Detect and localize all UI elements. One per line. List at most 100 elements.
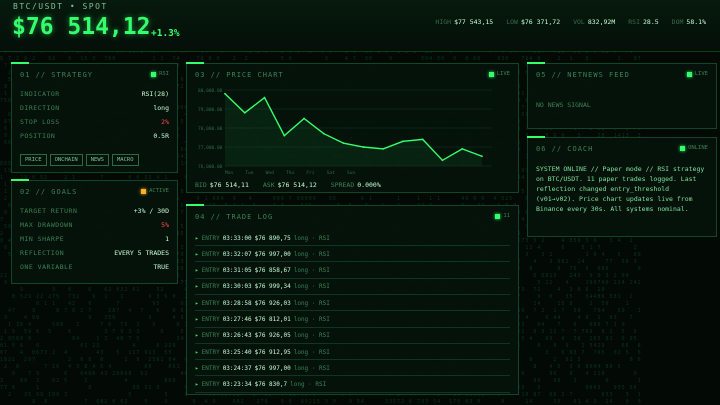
price-point <box>382 148 385 150</box>
trade-log-row[interactable]: ▸ ENTRY 03:32:07 $76 997,00 long · RSI <box>195 247 510 263</box>
price-point <box>243 111 246 114</box>
x-tick-label: Sun <box>347 170 355 176</box>
goal-row: MAX DRAWDOWN 5% <box>20 221 169 229</box>
price-point <box>283 134 286 137</box>
trade-log-row[interactable]: ▸ ENTRY 03:27:46 $76 812,01 long · RSI <box>195 313 510 328</box>
stat-vol: VOL 832,92M <box>573 18 616 26</box>
strategy-row: DIRECTION long <box>20 104 169 112</box>
entry-price: $76 997,00 <box>254 250 291 258</box>
ticker-header: BTC/USDT • SPOT $76 514,12 +1.3% HIGH $77… <box>0 0 720 52</box>
panel-status: ACTIVE <box>141 188 169 194</box>
entry-price: $76 926,05 <box>254 332 291 340</box>
pair-label: BTC/USDT • SPOT <box>13 2 108 11</box>
entry-detail: long · RSI <box>293 299 330 307</box>
entry-detail: long · RSI <box>293 283 330 291</box>
entry-price: $76 912,95 <box>254 348 291 356</box>
strategy-row: INDICATOR RSI(28) <box>20 90 169 98</box>
panel-title: 02 // GOALS <box>20 188 78 196</box>
y-tick-label: 80,000.00 <box>198 88 223 94</box>
entry-time: 03:25:40 <box>222 348 252 356</box>
panel-title: 06 // COACH <box>536 145 594 153</box>
trade-log-row[interactable]: ▸ ENTRY 03:23:34 $76 830,7 long · RSI <box>195 378 510 393</box>
entry-price: $76 858,67 <box>254 267 291 275</box>
header-stats: HIGH $77 543,15 LOW $76 371,72 VOL 832,92M … <box>435 18 706 26</box>
panel-status: LIVE <box>488 71 510 77</box>
entry-price: $76 999,34 <box>254 283 291 291</box>
trade-log-row[interactable]: ▸ ENTRY 03:24:37 $76 997,00 long · RSI <box>195 361 510 377</box>
entry-label: ENTRY <box>201 299 220 307</box>
x-tick-label: Fri <box>306 170 314 176</box>
price-line-chart[interactable]: 80,000.00 79,000.00 78,000.00 77,000.00 76,0… <box>187 78 520 188</box>
price-point <box>303 117 305 120</box>
entry-time: 03:31:05 <box>222 267 252 275</box>
bullet-icon: ▸ <box>195 348 199 356</box>
entry-label: ENTRY <box>201 364 220 372</box>
entry-label: ENTRY <box>201 332 220 340</box>
panel-status: RSI <box>151 71 169 77</box>
trade-log-row[interactable]: ▸ ENTRY 03:30:03 $76 999,34 long · RSI <box>195 280 510 295</box>
status-dot-icon <box>686 71 692 77</box>
trade-log-row[interactable]: ▸ ENTRY 03:33:00 $76 890,75 long · RSI <box>195 231 510 246</box>
entry-detail: long · RSI <box>293 332 330 340</box>
stat-high: HIGH $77 543,15 <box>435 18 494 26</box>
entry-detail: long · RSI <box>293 267 330 275</box>
status-dot-icon <box>141 188 147 194</box>
panel-title: 05 // NETNEWS FEED <box>536 71 630 79</box>
entry-label: ENTRY <box>201 234 220 242</box>
price-area <box>225 93 482 166</box>
no-news-message: NO NEWS SIGNAL <box>536 101 591 109</box>
panel-status: ONLINE <box>680 145 708 151</box>
bullet-icon: ▸ <box>195 332 199 340</box>
coach-panel: 06 // COACH ONLINE SYSTEM ONLINE // Pape… <box>527 136 717 237</box>
price-point <box>362 146 365 148</box>
entry-price: $76 890,75 <box>254 234 291 242</box>
entry-price: $76 997,00 <box>254 364 291 372</box>
y-tick-label: 79,000.00 <box>198 107 223 113</box>
tag-onchain[interactable]: ONCHAIN <box>49 154 83 166</box>
spread-readout: SPREAD 0.000% <box>330 181 381 189</box>
entry-label: ENTRY <box>201 381 220 389</box>
price-point <box>322 132 325 135</box>
entry-label: ENTRY <box>201 316 220 323</box>
bullet-icon: ▸ <box>195 381 199 389</box>
panel-status: LIVE <box>686 71 708 77</box>
bid-readout: BID $76 514,11 <box>195 181 249 189</box>
strategy-row: POSITION 0.5R <box>20 132 169 140</box>
status-dot-icon <box>151 71 157 77</box>
bullet-icon: ▸ <box>195 234 199 242</box>
trade-log-row[interactable]: ▸ ENTRY 03:31:05 $76 858,67 long · RSI <box>195 264 510 279</box>
y-tick-label: 76,000.00 <box>198 164 223 170</box>
entry-label: ENTRY <box>201 250 220 258</box>
bullet-icon: ▸ <box>195 316 199 323</box>
price-point <box>342 142 345 145</box>
entry-detail: long · RSI <box>293 348 330 356</box>
panel-status: 11 <box>495 213 510 219</box>
stat-low: LOW $76 371,72 <box>506 18 561 26</box>
tag-price[interactable]: PRICE <box>20 154 47 166</box>
entry-label: ENTRY <box>201 348 220 356</box>
price-point <box>263 96 266 99</box>
bullet-icon: ▸ <box>195 283 199 291</box>
strategy-panel: 01 // STRATEGY RSI INDICATOR RSI(28) DIRE… <box>11 62 178 173</box>
price-point <box>441 159 444 162</box>
price-point <box>421 138 424 141</box>
tag-macro[interactable]: MACRO <box>112 154 139 166</box>
entry-time: 03:23:34 <box>222 381 252 389</box>
tag-news[interactable]: NEWS <box>85 154 109 166</box>
entry-time: 03:28:58 <box>222 299 252 307</box>
entry-detail: long · RSI <box>293 364 330 372</box>
goal-row: TARGET RETURN +3% / 30D <box>20 207 169 215</box>
stat-dom: DOM 58.1% <box>671 18 706 26</box>
price-point <box>481 155 483 158</box>
trade-log-row[interactable]: ▸ ENTRY 03:28:58 $76 926,03 long · RSI <box>195 296 510 312</box>
price-point <box>224 92 226 95</box>
entry-time: 03:26:43 <box>222 332 252 340</box>
bullet-icon: ▸ <box>195 364 199 372</box>
entry-price: $76 830,7 <box>254 381 288 389</box>
status-dot-icon <box>495 213 501 219</box>
trade-log-row[interactable]: ▸ ENTRY 03:25:40 $76 912,95 long · RSI <box>195 345 510 361</box>
x-tick-label: Mon <box>225 170 233 176</box>
trade-log-row[interactable]: ▸ ENTRY 03:26:43 $76 926,05 long · RSI <box>195 329 510 344</box>
data-source-tags: PRICE ONCHAIN NEWS MACRO <box>20 154 139 166</box>
price-change: +1.3% <box>151 28 180 39</box>
